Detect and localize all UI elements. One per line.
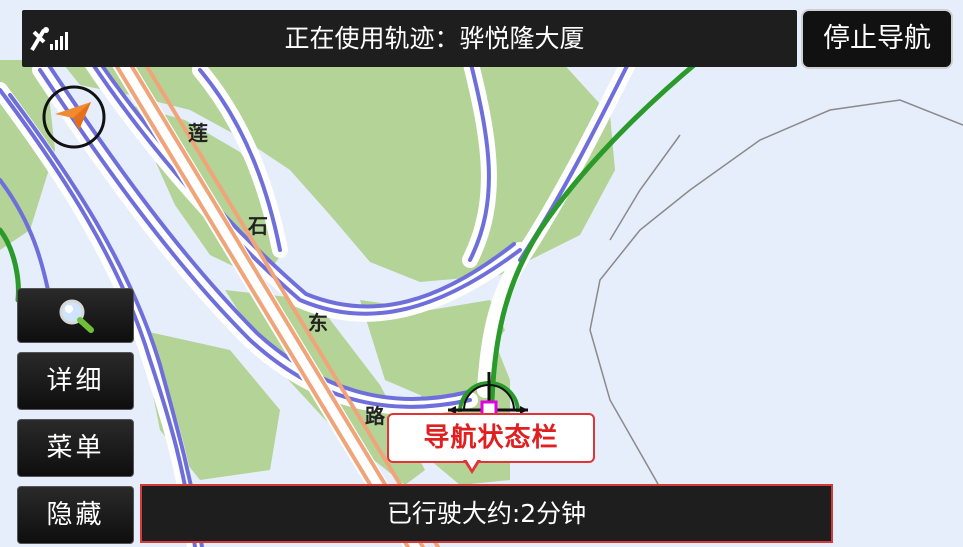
menu-button[interactable]: 菜单 xyxy=(17,419,134,477)
track-status-text: 正在使用轨迹：骅悦隆大厦 xyxy=(284,24,585,53)
nav-status-callout: 导航状态栏 xyxy=(387,413,595,463)
road-label-1: 莲 xyxy=(188,121,208,145)
navigation-screen: 莲 石 东 路 正在使用轨迹：骅悦隆大厦 停止导航 详细 菜单 隐藏 导航状态栏… xyxy=(0,0,963,547)
callout-pointer-inner xyxy=(466,459,478,469)
road-label-2: 石 xyxy=(247,214,268,238)
detail-button[interactable]: 详细 xyxy=(17,352,134,410)
hide-button[interactable]: 隐藏 xyxy=(17,486,134,544)
compass-arrow-icon[interactable] xyxy=(41,84,107,150)
track-status-bar: 正在使用轨迹：骅悦隆大厦 xyxy=(22,10,797,67)
map-view[interactable]: 莲 石 东 路 xyxy=(0,0,963,547)
magnifier-icon xyxy=(59,299,94,333)
gps-signal-icon xyxy=(30,27,68,52)
navigation-status-bar: 已行驶大约:2分钟 xyxy=(140,484,833,543)
stop-navigation-button[interactable]: 停止导航 xyxy=(801,9,953,69)
road-label-3: 东 xyxy=(308,311,328,335)
zoom-search-button[interactable] xyxy=(17,288,134,343)
road-label-4: 路 xyxy=(365,404,386,428)
